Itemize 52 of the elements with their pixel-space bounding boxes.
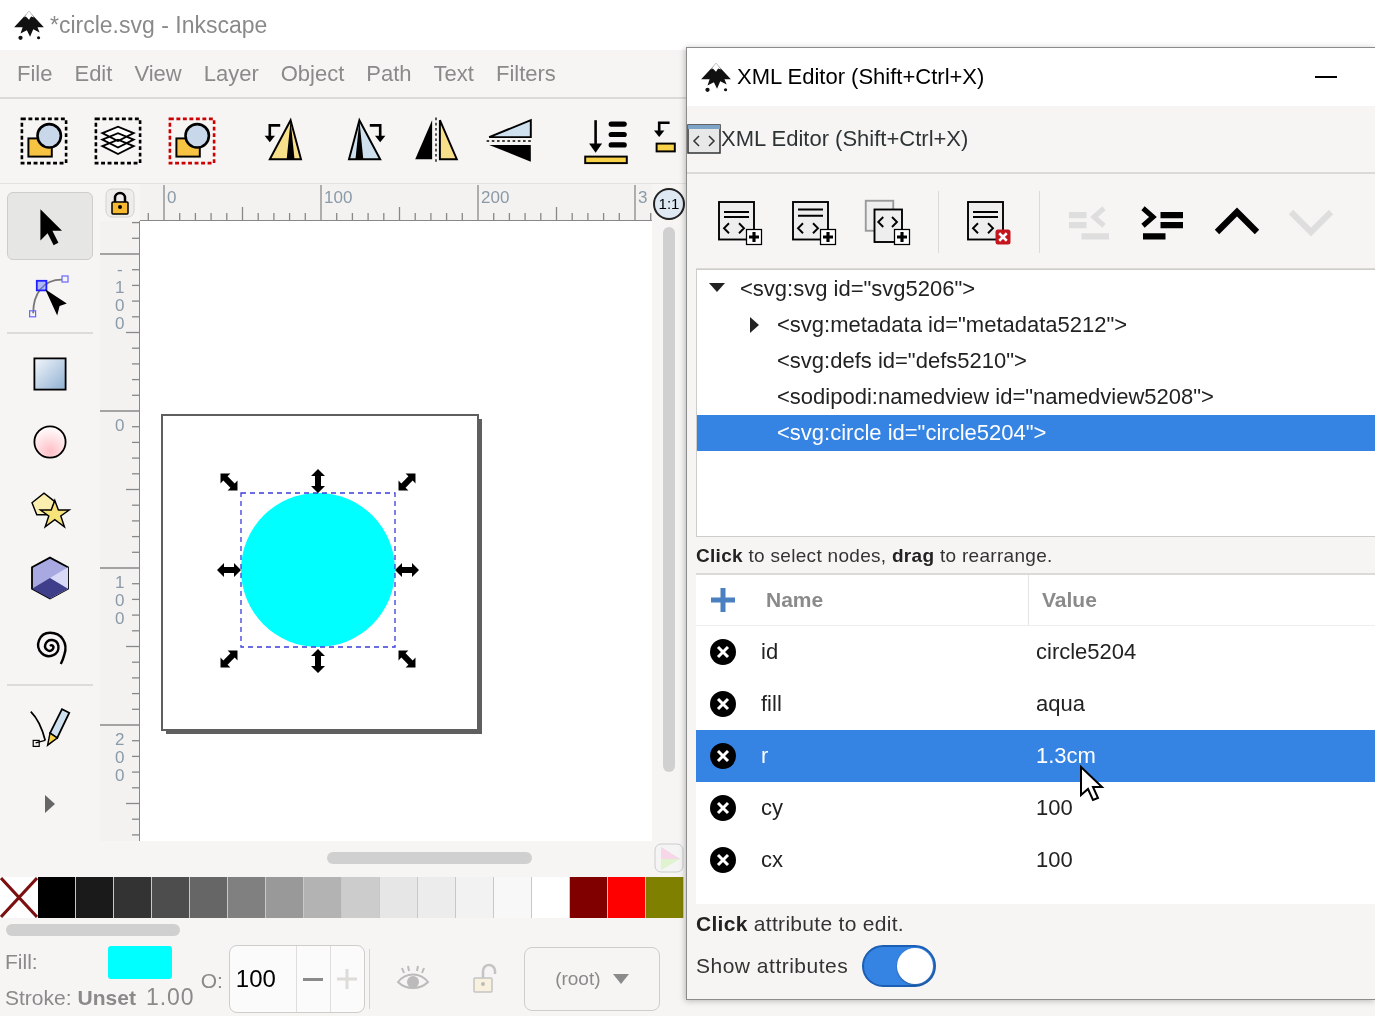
stroke-width: 1.00 [145, 984, 195, 1011]
ruler-label: 100 [115, 574, 125, 628]
column-header: Value [1042, 588, 1097, 612]
zoom-button[interactable]: 1:1 [653, 187, 685, 220]
attribute-value: aqua [1035, 691, 1086, 717]
menu-item[interactable]: File [6, 60, 64, 87]
dialog-title: XML Editor (Shift+Ctrl+X) [737, 64, 986, 90]
ruler-label: 3 [638, 189, 648, 206]
menu-item[interactable]: Layer [192, 60, 270, 87]
attribute-row[interactable]: cy 100 [696, 782, 1375, 834]
xml-node[interactable]: <svg:circle id="circle5204"> [697, 415, 1375, 451]
attribute-row[interactable]: id circle5204 [696, 626, 1375, 678]
window-title: *circle.svg - Inkscape [50, 11, 268, 39]
attribute-name: id [760, 639, 780, 665]
xml-node[interactable]: <svg:svg id="svg5206"> [697, 271, 1375, 307]
attribute-name: fill [760, 691, 783, 717]
hint-text: Click attribute to edit. [696, 911, 905, 936]
menu-item[interactable]: View [123, 60, 193, 87]
column-header: Name [765, 588, 825, 612]
attribute-value: circle5204 [1035, 639, 1138, 665]
attribute-name: cy [760, 795, 784, 821]
attribute-row[interactable]: r 1.3cm [696, 730, 1375, 782]
ruler-label: 100 [324, 189, 353, 206]
attribute-name: r [760, 743, 770, 769]
xml-node[interactable]: <svg:metadata id="metadata5212"> [697, 307, 1375, 343]
menu-item[interactable]: Text [422, 60, 485, 87]
toggle-label: Show attributes [696, 954, 849, 978]
dialog-tab-label: XML Editor (Shift+Ctrl+X) [721, 126, 969, 152]
attribute-name: cx [760, 847, 784, 873]
ruler-label: 0 [167, 189, 177, 206]
ruler-label: -100 [115, 261, 125, 333]
menu-item[interactable]: Edit [63, 60, 124, 87]
hint-text: Click to select nodes, drag to rearrange. [696, 544, 1054, 568]
ruler-label: 0 [115, 417, 125, 435]
xml-node[interactable]: <svg:defs id="defs5210"> [697, 343, 1375, 379]
fill-label: Fill: [5, 950, 39, 974]
attribute-row[interactable]: fill aqua [696, 678, 1375, 730]
layer-dropdown[interactable]: (root) [523, 947, 660, 1011]
attribute-value: 1.3cm [1035, 743, 1097, 769]
menu-item[interactable]: Filters [484, 60, 567, 87]
stroke-value: Unset [77, 986, 136, 1010]
opacity-field[interactable]: 100 [228, 945, 365, 1013]
stroke-label: Stroke: [5, 985, 72, 1010]
menu-item[interactable]: Object [269, 60, 356, 87]
attribute-row[interactable]: cx 100 [696, 834, 1375, 886]
opacity-label: O: [200, 969, 223, 993]
attribute-value: 100 [1035, 795, 1074, 821]
attribute-value: 100 [1035, 847, 1074, 873]
xml-node[interactable]: <sodipodi:namedview id="namedview5208"> [697, 379, 1375, 415]
ruler-label: 200 [481, 189, 510, 206]
ruler-label: 200 [115, 731, 125, 785]
menu-item[interactable]: Path [355, 60, 423, 87]
